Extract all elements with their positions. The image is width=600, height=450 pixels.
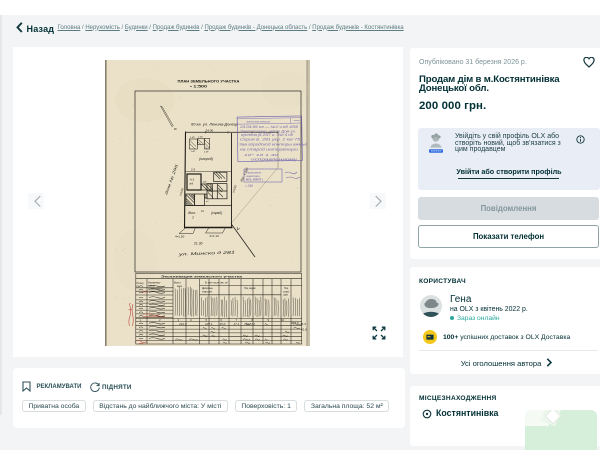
- svg-text:2.4Р: 2.4Р: [204, 152, 209, 154]
- svg-text:Под: Под: [284, 288, 289, 290]
- svg-text:44,3: 44,3: [300, 322, 306, 326]
- svg-text:2.4П: 2.4П: [198, 137, 203, 139]
- svg-text:345,6: 345,6: [291, 321, 299, 325]
- svg-text:41,6: 41,6: [301, 328, 307, 332]
- svg-text:Разрешение: Разрешение: [246, 171, 262, 175]
- svg-text:Всего: Всего: [174, 281, 181, 285]
- svg-text:В том числе /кв. м/: В том числе /кв. м/: [205, 281, 228, 285]
- svg-text:▪ 1:500: ▪ 1:500: [190, 85, 207, 89]
- svg-text:(огород): (огород): [199, 157, 213, 161]
- svg-text:2=1.10: 2=1.10: [210, 234, 220, 238]
- svg-text:куплена jд 2/57 г. Зчл 4 об: куплена jд 2/57 г. Зчл 4 об: [241, 133, 293, 137]
- svg-text:сооружений: сооружений: [148, 287, 163, 291]
- svg-text:Жил.: Жил.: [187, 211, 196, 215]
- svg-text:Зав.городской конторы вжмье: Зав.городской конторы вжмье: [239, 142, 307, 146]
- svg-text:21.30: 21.30: [194, 241, 203, 245]
- svg-text:210,6: 210,6: [178, 322, 187, 326]
- svg-text:60 кв. ул. Ленина-Донецк: 60 кв. ул. Ленина-Донецк: [191, 123, 238, 127]
- svg-text:Серия Б. 281 укр. 2 кв/ 75: Серия Б. 281 укр. 2 кв/ 75: [240, 137, 300, 141]
- svg-text:10: 10: [281, 318, 285, 322]
- svg-text:покрытие: покрытие: [202, 291, 213, 293]
- svg-text:кв.м: кв.м: [177, 285, 182, 288]
- svg-text:2-З: 2-З: [191, 168, 195, 172]
- svg-text:4=1.50: 4=1.50: [175, 234, 185, 238]
- svg-text:1: 1: [192, 216, 194, 220]
- svg-text:МСЬ УКРНТ і.: МСЬ УКРНТ і.: [246, 178, 264, 182]
- svg-text:ПЛАН ЗЕМЕЛЬНОГО УЧАСТКА: ПЛАН ЗЕМЕЛЬНОГО УЧАСТКА: [178, 80, 240, 84]
- svg-text:на старой интервенции: на старой интервенции: [240, 147, 298, 151]
- svg-text:А-1: А-1: [190, 178, 195, 182]
- svg-text:1.4П: 1.4П: [190, 137, 195, 139]
- svg-text:огоро-: огоро-: [283, 291, 290, 293]
- svg-text:1.4О: 1.4О: [191, 151, 196, 153]
- svg-text:17,1: 17,1: [234, 322, 240, 326]
- svg-text:≈ 240: ≈ 240: [245, 184, 253, 188]
- svg-text:53,8 М: 53,8 М: [246, 322, 256, 326]
- svg-text:107,1: 107,1: [205, 322, 213, 326]
- svg-text:ж/б: ж/б: [190, 183, 194, 186]
- svg-text:10° 10 1 40: 10° 10 1 40: [244, 153, 279, 157]
- svg-text:Приемочная комиссия: Приемочная комиссия: [246, 122, 271, 124]
- svg-text:Дворовые: Дворовые: [202, 288, 213, 290]
- svg-text:дом: дом: [284, 295, 289, 297]
- svg-text:105°: 105°: [203, 182, 208, 184]
- svg-text:Экспликация земельного участка: Экспликация земельного участка: [161, 274, 242, 278]
- svg-text:Под садом: Под садом: [244, 288, 256, 290]
- svg-text:(сарай): (сарай): [211, 211, 222, 215]
- svg-text:исправленному: исправленному: [251, 158, 298, 162]
- svg-text:10.: 10.: [201, 210, 205, 213]
- svg-text:15,0: 15,0: [220, 322, 226, 326]
